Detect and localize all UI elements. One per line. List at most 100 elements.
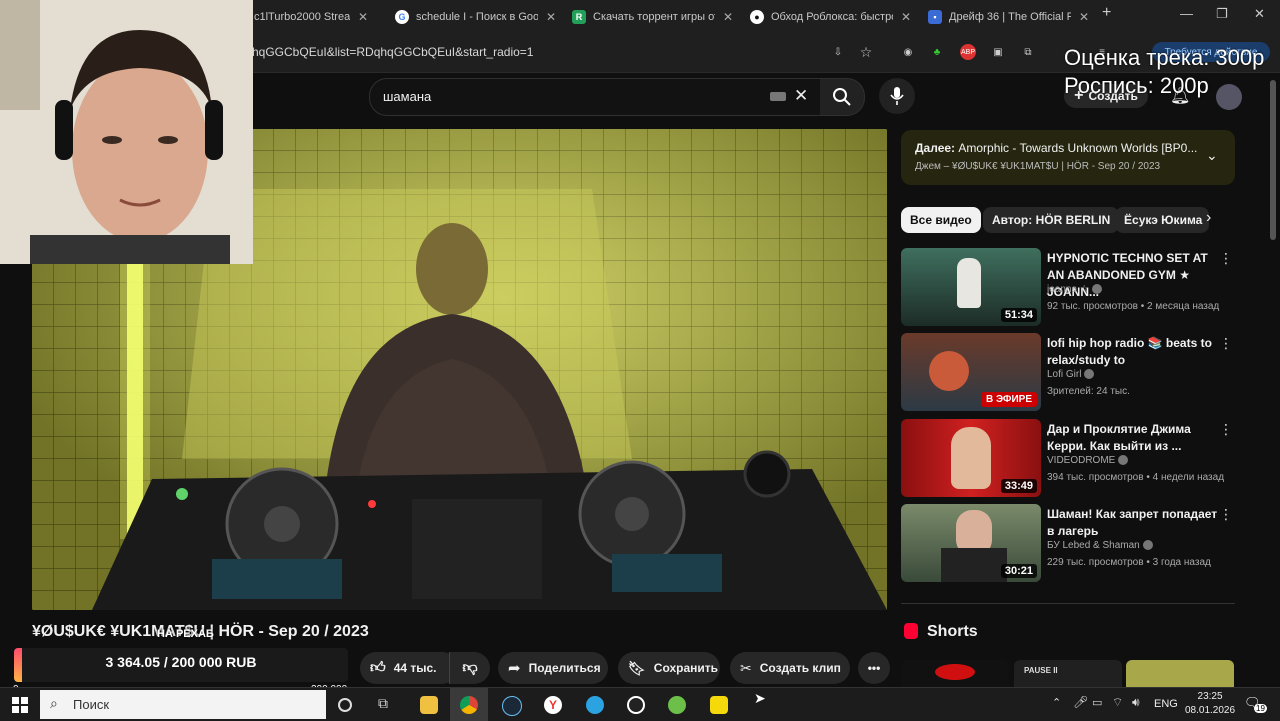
adblock-icon[interactable]: ABP bbox=[960, 44, 976, 60]
more-actions-button[interactable]: ••• bbox=[858, 652, 890, 684]
short-thumbnail[interactable] bbox=[901, 660, 1009, 687]
window-close-icon[interactable]: ✕ bbox=[1254, 6, 1265, 22]
chevron-right-icon[interactable]: › bbox=[1206, 209, 1211, 227]
more-horizontal-icon: ••• bbox=[867, 661, 881, 675]
avatar[interactable] bbox=[1216, 84, 1242, 110]
yandex-browser-icon[interactable]: Y bbox=[544, 696, 562, 714]
video-meta: Зрителей: 24 тыс. bbox=[1047, 386, 1130, 397]
search-button[interactable] bbox=[820, 78, 865, 116]
battery-icon[interactable]: ▭ bbox=[1092, 696, 1102, 709]
more-vertical-icon[interactable]: ⋮ bbox=[1219, 421, 1233, 438]
extensions-puzzle-icon[interactable]: ⧉ bbox=[1020, 44, 1036, 60]
clock[interactable]: 23:25 08.01.2026 bbox=[1185, 690, 1235, 718]
wifi-icon[interactable]: ⌔ bbox=[1112, 695, 1123, 710]
clip-button[interactable]: ✂ Создать клип bbox=[730, 652, 850, 684]
shorts-heading: Shorts bbox=[927, 623, 978, 640]
task-view-icon[interactable]: ⧉ bbox=[378, 695, 388, 712]
save-button[interactable]: 🔖︎ Сохранить bbox=[618, 652, 720, 684]
clock-date: 08.01.2026 bbox=[1185, 705, 1236, 716]
tray-chevron-icon[interactable]: ⌃ bbox=[1052, 696, 1061, 709]
share-icon: ➦ bbox=[508, 660, 521, 677]
chip-yosuke[interactable]: Ёсукэ Юкима bbox=[1115, 207, 1209, 233]
browser-tab[interactable]: R Скачать торрент игры от ✕ bbox=[572, 6, 737, 28]
chip-all-videos[interactable]: Все видео bbox=[901, 207, 981, 233]
channel-name[interactable]: VIDEODROME bbox=[1047, 455, 1129, 466]
share-button[interactable]: ➦ Поделиться bbox=[498, 652, 608, 684]
recommendation-item[interactable]: 33:49 Дар и Проклятие Джима Керри. Как в… bbox=[901, 419, 1235, 499]
channel-name[interactable]: Lofi Girl bbox=[1047, 369, 1095, 380]
chip-author[interactable]: Автор: HÖR BERLIN bbox=[983, 207, 1120, 233]
extension-icon[interactable]: ◉ bbox=[900, 44, 916, 60]
video-meta: 394 тыс. просмотров • 4 недели назад bbox=[1047, 472, 1225, 483]
browser-tab[interactable]: ▪ Дрейф 36 | The Official Ro ✕ bbox=[928, 6, 1094, 28]
video-thumbnail[interactable]: В ЭФИРЕ bbox=[901, 333, 1041, 411]
page-scrollbar[interactable] bbox=[1270, 80, 1276, 240]
clock-time: 23:25 bbox=[1197, 691, 1223, 702]
volume-icon[interactable]: 🔊︎ bbox=[1132, 695, 1140, 710]
more-vertical-icon[interactable]: ⋮ bbox=[1219, 335, 1233, 352]
browser-tab[interactable]: c1lTurbo2000 Stream - ✕ bbox=[254, 6, 382, 28]
video-thumbnail[interactable]: 33:49 bbox=[901, 419, 1041, 497]
dislike-button[interactable]: 👎︎ bbox=[449, 652, 490, 684]
channel-name[interactable]: joanna ☆ bbox=[1047, 284, 1102, 295]
browser-tab[interactable]: G schedule I - Поиск в Goog ✕ bbox=[395, 6, 560, 28]
close-icon[interactable]: ✕ bbox=[546, 10, 556, 24]
video-thumbnail[interactable]: 51:34 bbox=[901, 248, 1041, 326]
install-app-icon[interactable]: ⇩ bbox=[830, 44, 846, 60]
file-explorer-icon[interactable] bbox=[420, 696, 438, 714]
streamer-face bbox=[0, 0, 253, 264]
close-icon[interactable]: ✕ bbox=[1079, 10, 1089, 24]
windows-start-icon[interactable] bbox=[12, 697, 28, 713]
channel-name[interactable]: БУ Lebed & Shaman bbox=[1047, 540, 1153, 551]
voice-search-button[interactable] bbox=[879, 78, 915, 114]
video-thumbnail[interactable]: 30:21 bbox=[901, 504, 1041, 582]
donation-goal-widget: 3 364.05 / 200 000 RUB bbox=[14, 648, 348, 682]
microphone-tray-icon[interactable]: 🎤︎ bbox=[1073, 695, 1088, 709]
more-vertical-icon[interactable]: ⋮ bbox=[1219, 250, 1233, 267]
maximize-icon[interactable]: ❐ bbox=[1216, 6, 1228, 22]
thumbs-up-icon: 👍︎ bbox=[370, 659, 386, 676]
browser-tab[interactable]: ● Обход Роблокса: быстро ✕ bbox=[750, 6, 915, 28]
close-icon[interactable]: ✕ bbox=[723, 10, 733, 24]
verified-icon bbox=[1118, 455, 1129, 466]
new-tab-button[interactable]: + bbox=[1102, 4, 1111, 22]
thumbs-down-icon: 👎︎ bbox=[462, 659, 478, 676]
taskbar-search-box[interactable]: ⌕ Поиск bbox=[40, 690, 326, 719]
url-field[interactable]: hqGGCbQEuI&list=RDqhqGGCbQEuI&start_radi… bbox=[252, 45, 533, 59]
steam-icon[interactable] bbox=[502, 696, 522, 716]
next-up-video: Amorphic - Towards Unknown Worlds [BP0..… bbox=[958, 141, 1198, 155]
video-title[interactable]: Шаман! Как запрет попадает в лагерь bbox=[1047, 506, 1219, 540]
close-icon[interactable]: ✕ bbox=[794, 86, 808, 106]
cortana-icon[interactable] bbox=[338, 698, 352, 712]
extension-icon[interactable]: ▣ bbox=[990, 44, 1006, 60]
recommendation-item[interactable]: 30:21 Шаман! Как запрет попадает в лагер… bbox=[901, 504, 1235, 584]
extension-icon[interactable]: ♣ bbox=[929, 44, 945, 60]
next-up-panel[interactable]: Далее: Amorphic - Towards Unknown Worlds… bbox=[901, 130, 1235, 185]
like-button[interactable]: 👍︎ 44 тыс. bbox=[360, 652, 458, 684]
minimize-icon[interactable]: — bbox=[1180, 6, 1193, 21]
chevron-down-icon[interactable]: ⌄ bbox=[1206, 147, 1218, 164]
donation-amount: 3 364.05 / 200 000 RUB bbox=[105, 654, 257, 670]
save-label: Сохранить bbox=[653, 661, 719, 675]
language-indicator[interactable]: ENG bbox=[1154, 698, 1178, 710]
video-title[interactable]: Дар и Проклятие Джима Керри. Как выйти и… bbox=[1047, 421, 1219, 455]
close-icon[interactable]: ✕ bbox=[901, 10, 911, 24]
bookmark-icon: 🔖︎ bbox=[628, 659, 646, 676]
search-box[interactable]: шамана ✕ bbox=[369, 78, 823, 116]
chrome-icon[interactable] bbox=[460, 696, 478, 714]
recommendation-item[interactable]: 51:34 HYPNOTIC TECHNO SET AT AN ABANDONE… bbox=[901, 248, 1235, 328]
more-vertical-icon[interactable]: ⋮ bbox=[1219, 506, 1233, 523]
telegram-icon[interactable] bbox=[586, 696, 604, 714]
scissors-icon: ✂ bbox=[740, 659, 752, 676]
short-thumbnail[interactable]: PAUSE II bbox=[1014, 660, 1122, 687]
keyboard-icon[interactable] bbox=[770, 92, 786, 101]
app-icon[interactable] bbox=[710, 696, 728, 714]
short-thumbnail[interactable] bbox=[1126, 660, 1234, 687]
search-input[interactable]: шамана bbox=[383, 89, 431, 104]
recommendation-item[interactable]: В ЭФИРЕ lofi hip hop radio 📚 beats to re… bbox=[901, 333, 1235, 413]
obs-icon[interactable] bbox=[627, 696, 645, 714]
utorrent-icon[interactable] bbox=[668, 696, 686, 714]
video-title[interactable]: lofi hip hop radio 📚 beats to relax/stud… bbox=[1047, 335, 1219, 369]
close-icon[interactable]: ✕ bbox=[358, 10, 368, 24]
bookmark-star-icon[interactable]: ☆ bbox=[858, 44, 874, 60]
